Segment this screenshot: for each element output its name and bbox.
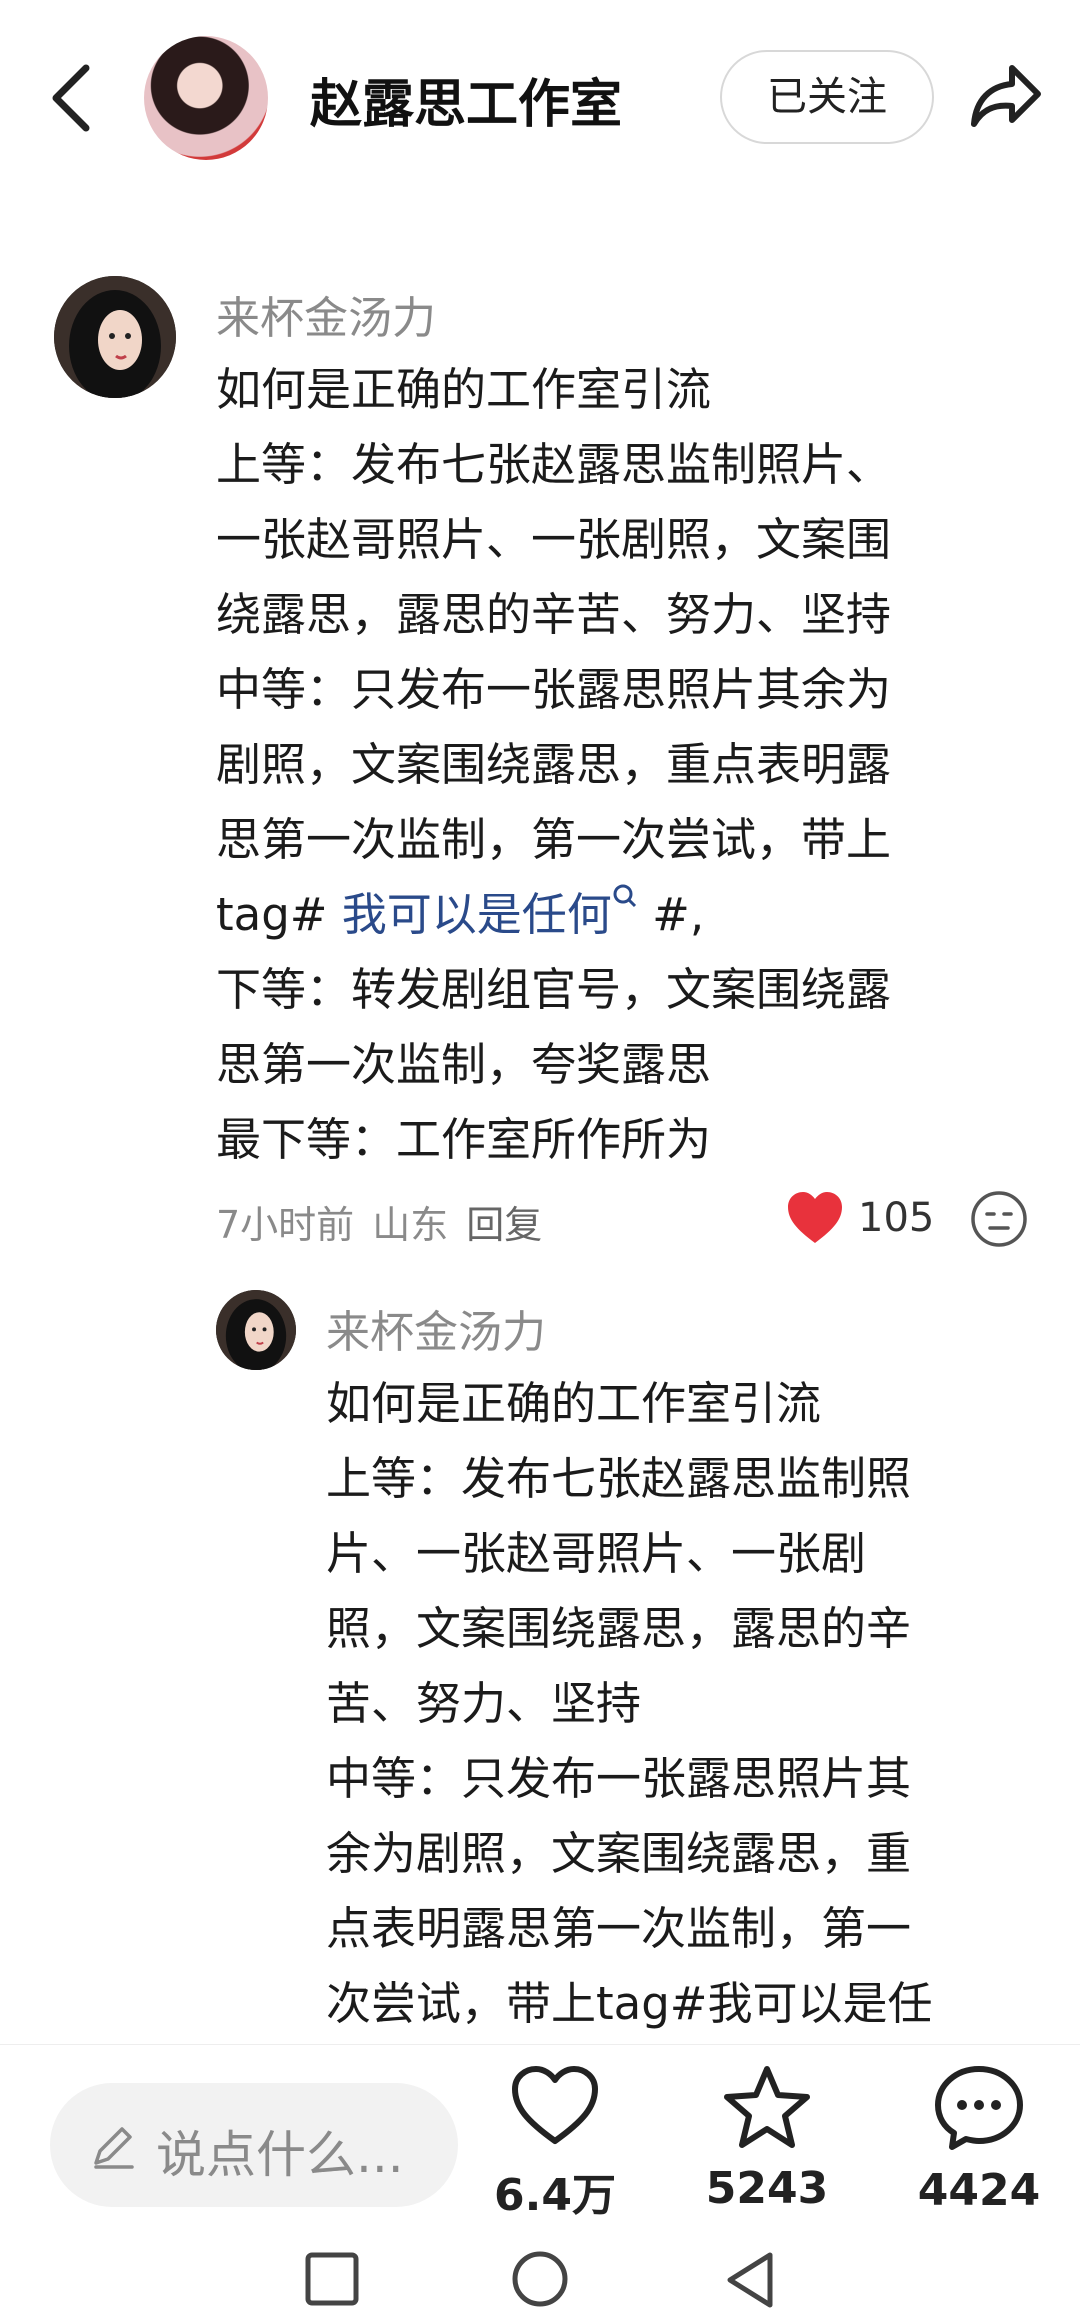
- comment-line: 思第一次监制，第一次尝试，带上: [216, 813, 892, 866]
- comment-line: 中等：只发布一张露思照片其余为: [216, 663, 892, 716]
- bottom-action-bar: 说点什么... 6.4万 5243 4424: [0, 2044, 1080, 2313]
- star-icon: [724, 2066, 810, 2148]
- reply-line: 照，文案围绕露思，露思的辛: [326, 1602, 912, 1655]
- comment-action-button[interactable]: 4424: [904, 2065, 1054, 2216]
- comment-tag-line: tag# 我可以是任何 #,: [216, 877, 891, 952]
- top-bar: 赵露思工作室 已关注: [0, 0, 1080, 200]
- reply-line: 上等：发布七张赵露思监制照: [326, 1452, 912, 1505]
- reply-line: 如何是正确的工作室引流: [326, 1377, 822, 1430]
- back-arrow-icon[interactable]: [42, 58, 102, 138]
- comment-body: 如何是正确的工作室引流 上等：发布七张赵露思监制照片、 一张赵哥照片、一张剧照，…: [216, 352, 891, 1177]
- favorite-total: 5243: [705, 2163, 829, 2214]
- reply-line: 中等：只发布一张露思照片其: [326, 1752, 912, 1805]
- system-nav-bar: [0, 2245, 1080, 2313]
- reply-line: 点表明露思第一次监制，第一: [326, 1902, 912, 1955]
- like-count: 105: [858, 1195, 935, 1241]
- heart-outline-icon: [512, 2066, 598, 2144]
- comment-line: 上等：发布七张赵露思监制照片、: [216, 438, 892, 491]
- avatar[interactable]: [54, 276, 176, 398]
- comment-input-placeholder: 说点什么...: [156, 2126, 404, 2184]
- search-icon: [613, 884, 636, 908]
- avatar-image: [54, 276, 176, 398]
- share-icon[interactable]: [968, 62, 1044, 130]
- comment-line: 思第一次监制，夸奖露思: [216, 1038, 712, 1091]
- comment-icon: [935, 2066, 1023, 2150]
- square-nav-icon[interactable]: [304, 2251, 360, 2307]
- tag-prefix: tag#: [216, 888, 342, 941]
- comment-total: 4424: [917, 2165, 1041, 2216]
- comment-username[interactable]: 来杯金汤力: [216, 282, 436, 346]
- reply-line: 余为剧照，文案围绕露思，重: [326, 1827, 912, 1880]
- comment-location: 山东: [372, 1203, 449, 1247]
- tag-suffix: #,: [637, 888, 705, 941]
- comment-input[interactable]: 说点什么...: [50, 2083, 458, 2207]
- avatar-image: [216, 1290, 296, 1370]
- hashtag-link[interactable]: 我可以是任何: [342, 888, 612, 941]
- reply-line: 次尝试，带上tag#我可以是任: [326, 1977, 933, 2030]
- reply-button[interactable]: 回复: [466, 1203, 542, 1247]
- like-total: 6.4万: [494, 2170, 616, 2221]
- comment-line: 如何是正确的工作室引流: [216, 363, 712, 416]
- reply-body: 如何是正确的工作室引流 上等：发布七张赵露思监制照 片、一张赵哥照片、一张剧 照…: [326, 1366, 933, 2041]
- reply-line: 片、一张赵哥照片、一张剧: [326, 1527, 867, 1580]
- comment-line: 下等：转发剧组官号，文案围绕露: [216, 963, 892, 1016]
- favorite-action-button[interactable]: 5243: [692, 2065, 842, 2214]
- heart-icon: [788, 1192, 842, 1243]
- follow-button[interactable]: 已关注: [720, 50, 934, 144]
- comment-like-button[interactable]: 105: [786, 1188, 934, 1248]
- page-title[interactable]: 赵露思工作室: [310, 62, 622, 137]
- studio-avatar[interactable]: [144, 36, 268, 160]
- comment-line: 剧照，文案围绕露思，重点表明露: [216, 738, 892, 791]
- comment-meta: 7小时前 山东 回复: [216, 1194, 560, 1249]
- circle-nav-icon[interactable]: [510, 2251, 570, 2311]
- comment-line: 绕露思，露思的辛苦、努力、坚持: [216, 588, 892, 641]
- triangle-nav-icon[interactable]: [722, 2251, 778, 2311]
- pen-icon: [94, 2127, 134, 2169]
- reply-avatar[interactable]: [216, 1290, 296, 1370]
- reply-username[interactable]: 来杯金汤力: [326, 1296, 546, 1360]
- emoji-icon[interactable]: [970, 1190, 1028, 1248]
- like-action-button[interactable]: 6.4万: [480, 2065, 630, 2223]
- comment-time: 7小时前: [216, 1203, 355, 1247]
- reply-line: 苦、努力、坚持: [326, 1677, 642, 1730]
- comment-line: 一张赵哥照片、一张剧照，文案围: [216, 513, 892, 566]
- comment-line: 最下等：工作室所作所为: [216, 1113, 712, 1166]
